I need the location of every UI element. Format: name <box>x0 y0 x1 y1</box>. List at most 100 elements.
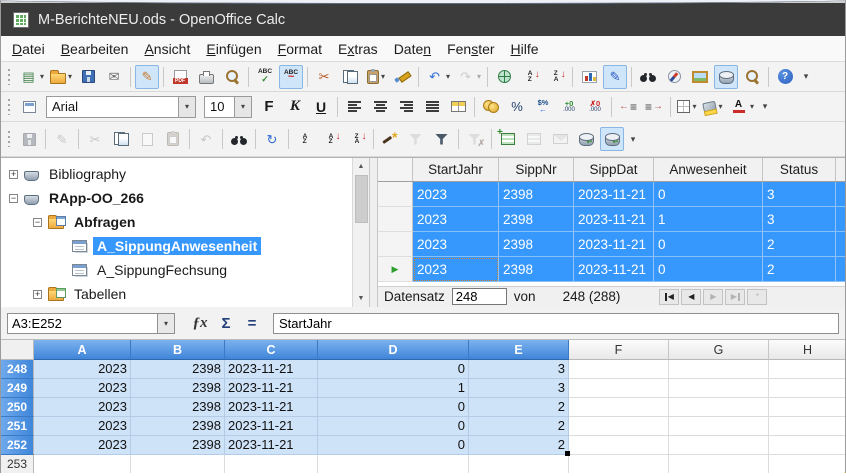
email-document-button[interactable]: ✉ <box>102 65 126 89</box>
menu-format[interactable]: Format <box>270 38 330 60</box>
edit-data-button[interactable]: ✎ <box>50 127 74 151</box>
font-size-combobox[interactable]: 10▾ <box>204 96 252 118</box>
cell-f253[interactable] <box>569 455 669 473</box>
new-document-button[interactable]: ▤▾ <box>17 65 46 89</box>
cell-h251[interactable] <box>769 417 845 436</box>
cell-a251[interactable]: 2023 <box>34 417 131 436</box>
background-color-button[interactable]: ▾ <box>701 95 725 119</box>
explorer-scrollbar[interactable]: ▲ ▼ <box>352 158 369 307</box>
tree-item-tabellen[interactable]: +Tabellen <box>1 282 352 306</box>
auto-spellcheck-button[interactable] <box>279 65 303 89</box>
menu-extras[interactable]: Extras <box>330 38 386 60</box>
hyperlink-button[interactable] <box>492 65 516 89</box>
scroll-up-icon[interactable]: ▲ <box>354 159 369 174</box>
export-pdf-button[interactable] <box>168 65 192 89</box>
italic-button[interactable]: K <box>283 95 307 119</box>
insert-chart-button[interactable] <box>577 65 601 89</box>
cell-f252[interactable] <box>569 436 669 455</box>
font-size-dropdown-icon[interactable]: ▾ <box>234 97 251 117</box>
cell-e251[interactable]: 2 <box>469 417 569 436</box>
tree-item-a-sippunganwesenheit[interactable]: A_SippungAnwesenheit <box>1 234 352 258</box>
refresh-button[interactable]: ↻ <box>260 127 284 151</box>
cell-d249[interactable]: 1 <box>318 379 469 398</box>
align-left-button[interactable] <box>342 95 366 119</box>
toolbar-overflow-button[interactable]: ▾ <box>758 95 772 119</box>
grid-cell[interactable]: 2023-11-21 <box>574 232 654 257</box>
cell-f248[interactable] <box>569 360 669 379</box>
cell-a248[interactable]: 2023 <box>34 360 131 379</box>
cell-a252[interactable]: 2023 <box>34 436 131 455</box>
cell-e248[interactable]: 3 <box>469 360 569 379</box>
cell-d251[interactable]: 0 <box>318 417 469 436</box>
cell-b253[interactable] <box>131 455 225 473</box>
copy-button[interactable] <box>338 65 362 89</box>
add-decimal-button[interactable] <box>557 95 581 119</box>
copy-record-button[interactable] <box>109 127 133 151</box>
column-header-d[interactable]: D <box>318 340 469 360</box>
menu-datei[interactable]: Datei <box>4 38 53 60</box>
sort-button[interactable] <box>293 127 317 151</box>
cell-c253[interactable] <box>225 455 318 473</box>
cell-g253[interactable] <box>669 455 769 473</box>
column-header-e[interactable]: E <box>469 340 569 360</box>
sum-icon[interactable]: Σ <box>215 312 237 334</box>
function-wizard-icon[interactable]: ƒx <box>189 312 211 334</box>
grid-cell[interactable]: 0 <box>654 182 763 207</box>
cell-a249[interactable]: 2023 <box>34 379 131 398</box>
paste-record-button[interactable] <box>161 127 185 151</box>
row-header-252[interactable]: 252 <box>1 436 34 455</box>
cell-b248[interactable]: 2398 <box>131 360 225 379</box>
redo-dropdown-icon[interactable]: ▾ <box>477 72 481 81</box>
column-header-b[interactable]: B <box>131 340 225 360</box>
standard-filter-button[interactable] <box>430 127 454 151</box>
cell-h253[interactable] <box>769 455 845 473</box>
column-header-c[interactable]: C <box>225 340 318 360</box>
menu-einf-gen[interactable]: Einfügen <box>198 38 269 60</box>
collapse-icon[interactable]: − <box>9 194 18 203</box>
cell-b250[interactable]: 2398 <box>131 398 225 417</box>
expand-icon[interactable]: + <box>9 170 18 179</box>
zoom-button[interactable] <box>740 65 764 89</box>
find-record-button[interactable] <box>227 127 251 151</box>
find-replace-button[interactable] <box>636 65 660 89</box>
grid-cell[interactable]: 1 <box>654 207 763 232</box>
cell-g250[interactable] <box>669 398 769 417</box>
data-to-fields-button[interactable] <box>522 127 546 151</box>
cell-c250[interactable]: 2023-11-21 <box>225 398 318 417</box>
print-button[interactable] <box>194 65 218 89</box>
styles-and-formatting-button[interactable] <box>17 95 41 119</box>
toolbar-grip[interactable] <box>6 130 13 148</box>
grid-cell[interactable]: 3 <box>763 182 836 207</box>
save-button[interactable] <box>76 65 100 89</box>
auto-filter-button[interactable] <box>378 127 402 151</box>
cell-f250[interactable] <box>569 398 669 417</box>
grid-cell[interactable]: 2 <box>763 232 836 257</box>
cell-c252[interactable]: 2023-11-21 <box>225 436 318 455</box>
sort-ascending-button[interactable] <box>319 127 343 151</box>
open-file-dropdown-icon[interactable]: ▾ <box>68 72 72 81</box>
cell-g252[interactable] <box>669 436 769 455</box>
percent-format-button[interactable]: % <box>505 95 529 119</box>
sort-descending-button[interactable] <box>544 65 568 89</box>
menu-ansicht[interactable]: Ansicht <box>136 38 198 60</box>
gallery-button[interactable] <box>688 65 712 89</box>
grid-cell[interactable]: 2023-11-21 <box>574 257 654 282</box>
current-document-data-source-button[interactable]: ⇄ <box>574 127 598 151</box>
background-color-dropdown-icon[interactable]: ▾ <box>718 102 722 111</box>
font-name-dropdown-icon[interactable]: ▾ <box>178 97 195 117</box>
name-box[interactable] <box>8 314 157 333</box>
paste-dropdown-icon[interactable]: ▾ <box>381 72 385 81</box>
toolbar-grip[interactable] <box>6 98 13 116</box>
expand-icon[interactable]: + <box>33 290 42 299</box>
name-box-dropdown-icon[interactable]: ▾ <box>157 314 174 333</box>
cell-e252[interactable]: 2 <box>469 436 569 455</box>
next-record-button[interactable]: ▶ <box>703 289 723 305</box>
cell-d253[interactable] <box>318 455 469 473</box>
grid-row[interactable]: 202323982023-11-2113 <box>378 207 845 232</box>
currency-format-button[interactable] <box>479 95 503 119</box>
grid-column-header-anwesenheit[interactable]: Anwesenheit <box>654 158 763 181</box>
cell-b251[interactable]: 2398 <box>131 417 225 436</box>
align-center-button[interactable] <box>368 95 392 119</box>
cell-a253[interactable] <box>34 455 131 473</box>
font-name-combobox[interactable]: Arial▾ <box>46 96 196 118</box>
